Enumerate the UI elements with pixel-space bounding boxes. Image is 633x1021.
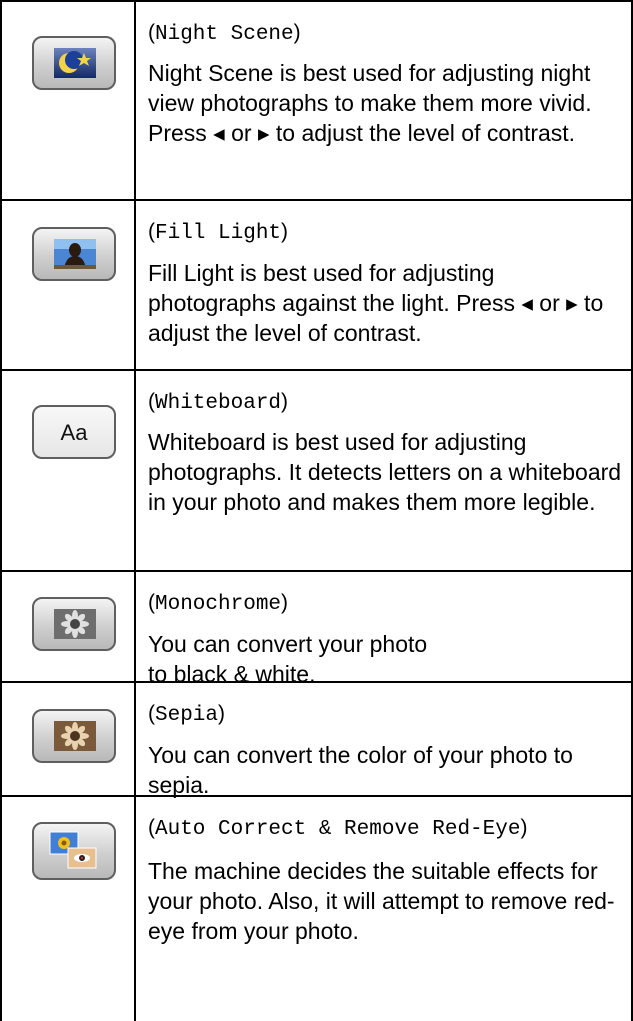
monochrome-button[interactable]	[32, 597, 116, 651]
table-row-fill-light: (Fill Light) Fill Light is best used for…	[0, 199, 633, 369]
sepia-button[interactable]	[32, 709, 116, 763]
auto-correct-button[interactable]	[32, 822, 116, 880]
sepia-icon	[54, 721, 96, 751]
effect-name: (Auto Correct & Remove Red-Eye)	[148, 816, 528, 841]
effect-name: (Night Scene)	[148, 21, 301, 46]
table-row-monochrome: (Monochrome) You can convert your photo …	[0, 570, 633, 687]
night-scene-icon	[54, 48, 96, 78]
effect-description: You can convert your photo to black & wh…	[148, 631, 428, 687]
whiteboard-icon: Aa	[61, 420, 89, 445]
effect-description: Fill Light is best used for adjusting ph…	[148, 260, 604, 346]
effect-name: (Whiteboard)	[148, 390, 289, 415]
effect-name: (Fill Light)	[148, 220, 289, 245]
table-row-whiteboard: Aa (Whiteboard) Whiteboard is best used …	[0, 369, 633, 570]
effect-name: (Sepia)	[148, 702, 226, 727]
monochrome-icon	[54, 609, 96, 639]
effect-description: The machine decides the suitable effects…	[148, 858, 615, 944]
effect-name: (Monochrome)	[148, 591, 289, 616]
effect-description: Whiteboard is best used for adjusting ph…	[148, 429, 622, 515]
table-row-night-scene: (Night Scene) Night Scene is best used f…	[0, 0, 633, 199]
effect-description: Night Scene is best used for adjusting n…	[148, 60, 592, 146]
table-row-sepia: (Sepia) You can convert the color of you…	[0, 681, 633, 798]
effect-description: You can convert the color of your photo …	[148, 742, 573, 798]
fill-light-button[interactable]	[32, 227, 116, 281]
auto-correct-red-eye-icon	[49, 831, 97, 869]
svg-text:Aa: Aa	[61, 420, 89, 445]
night-scene-button[interactable]	[32, 36, 116, 90]
whiteboard-button[interactable]: Aa	[32, 405, 116, 459]
table-row-auto-correct: (Auto Correct & Remove Red-Eye) The mach…	[0, 795, 633, 1021]
fill-light-icon	[54, 239, 96, 269]
